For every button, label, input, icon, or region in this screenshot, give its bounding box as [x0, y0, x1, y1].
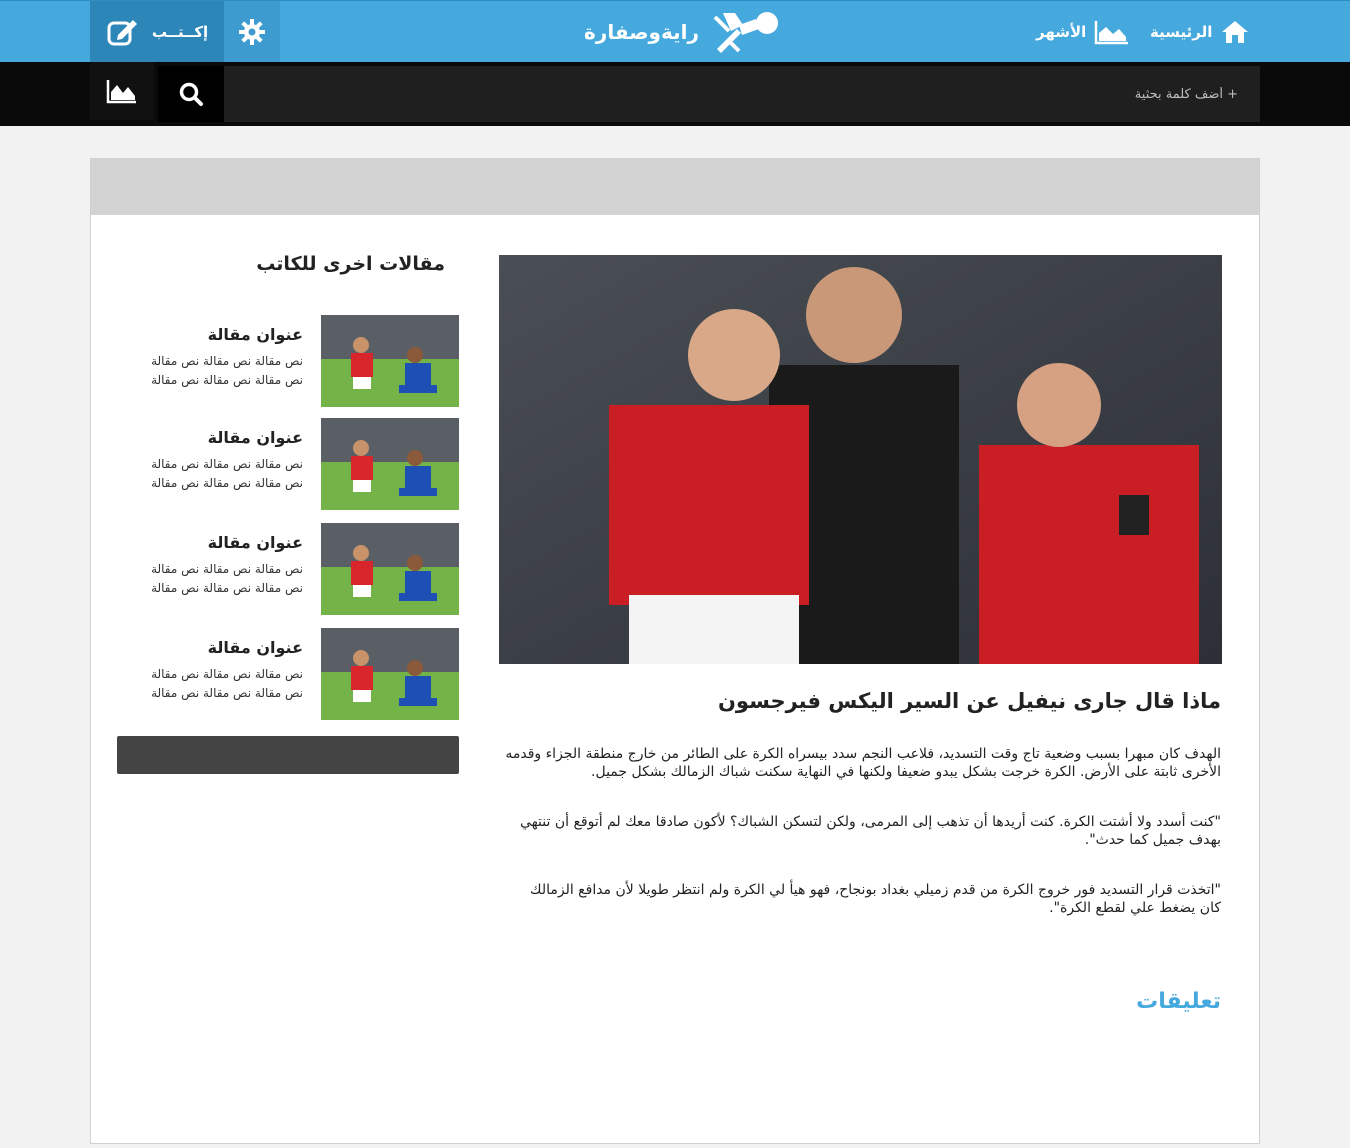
sidebar-article-item[interactable]: عنوان مقالة نص مقالة نص مقالة نص مقالة ن…	[117, 523, 459, 615]
write-button[interactable]: إكــتــب	[90, 1, 224, 62]
sidebar-article-excerpt-line: نص مقالة نص مقالة نص مقالة	[151, 667, 303, 681]
sidebar-article-title[interactable]: عنوان مقالة	[117, 325, 303, 344]
sidebar-article-item[interactable]: عنوان مقالة نص مقالة نص مقالة نص مقالة ن…	[117, 315, 459, 407]
sidebar-article-item[interactable]: عنوان مقالة نص مقالة نص مقالة نص مقالة ن…	[117, 418, 459, 510]
chart-icon	[1095, 20, 1129, 44]
search-input[interactable]	[224, 66, 1260, 122]
search-bar	[0, 62, 1350, 126]
sidebar-article-thumbnail[interactable]	[321, 523, 459, 615]
sidebar-article-thumbnail[interactable]	[321, 628, 459, 720]
article-paragraph: "اتخذت قرار التسديد فور خروج الكرة من قد…	[530, 882, 1221, 916]
load-more-button[interactable]	[117, 736, 459, 774]
nav-home-label: الرئيسية	[1150, 22, 1213, 41]
sidebar-article-excerpt-line: نص مقالة نص مقالة نص مقالة	[151, 476, 303, 490]
sidebar-article-item[interactable]: عنوان مقالة نص مقالة نص مقالة نص مقالة ن…	[117, 628, 459, 720]
edit-icon	[107, 19, 137, 45]
site-logo[interactable]: رايةوصفارة	[584, 7, 781, 57]
football-thumbnail-image	[321, 523, 459, 615]
football-players-photo	[499, 255, 1222, 664]
sidebar-title: مقالات اخرى للكاتب	[256, 253, 445, 275]
football-thumbnail-image	[321, 418, 459, 510]
sidebar-article-excerpt-line: نص مقالة نص مقالة نص مقالة	[151, 354, 303, 368]
sidebar-article-text: عنوان مقالة نص مقالة نص مقالة نص مقالة ن…	[117, 533, 303, 598]
sidebar-article-excerpt-line: نص مقالة نص مقالة نص مقالة	[151, 457, 303, 471]
settings-button[interactable]	[224, 1, 280, 62]
popular-chart-button[interactable]	[90, 62, 154, 120]
sidebar-article-title[interactable]: عنوان مقالة	[117, 533, 303, 552]
sidebar-article-text: عنوان مقالة نص مقالة نص مقالة نص مقالة ن…	[117, 638, 303, 703]
sidebar-article-excerpt-line: نص مقالة نص مقالة نص مقالة	[151, 581, 303, 595]
top-navbar: الرئيسية الأشهر رايةوصفارة إكــتــب	[0, 0, 1350, 62]
search-icon	[179, 82, 203, 106]
nav-popular-label: الأشهر	[1036, 22, 1087, 41]
article-hero-image	[499, 255, 1222, 664]
article-paragraph: الهدف كان مبهرا بسبب وضعية تاج وقت التسد…	[505, 746, 1221, 780]
logo-text: رايةوصفارة	[584, 20, 699, 44]
sidebar-article-excerpt-line: نص مقالة نص مقالة نص مقالة	[151, 373, 303, 387]
sidebar-article-excerpt-line: نص مقالة نص مقالة نص مقالة	[151, 562, 303, 576]
comments-heading: تعليقات	[1136, 989, 1221, 1014]
card-header-bar	[91, 159, 1259, 215]
flag-whistle-logo-icon	[713, 12, 778, 53]
sidebar-article-excerpt-line: نص مقالة نص مقالة نص مقالة	[151, 686, 303, 700]
search-button[interactable]	[158, 66, 224, 122]
write-label: إكــتــب	[151, 22, 209, 41]
sidebar-article-title[interactable]: عنوان مقالة	[117, 428, 303, 447]
article-title: ماذا قال جارى نيفيل عن السير اليكس فيرجس…	[717, 689, 1221, 713]
sidebar-article-thumbnail[interactable]	[321, 418, 459, 510]
nav-popular-link[interactable]: الأشهر	[1036, 1, 1130, 62]
article-body: الهدف كان مبهرا بسبب وضعية تاج وقت التسد…	[505, 745, 1221, 949]
home-icon	[1222, 20, 1249, 43]
sidebar-article-thumbnail[interactable]	[321, 315, 459, 407]
article-paragraph: "كنت أسدد ولا أشتت الكرة. كنت أريدها أن …	[519, 814, 1221, 848]
gear-icon	[239, 18, 265, 45]
football-thumbnail-image	[321, 315, 459, 407]
sidebar-article-title[interactable]: عنوان مقالة	[117, 638, 303, 657]
article-card: مقالات اخرى للكاتب عنوان مقالة نص مقالة …	[90, 158, 1260, 1144]
sidebar-article-text: عنوان مقالة نص مقالة نص مقالة نص مقالة ن…	[117, 325, 303, 390]
football-thumbnail-image	[321, 628, 459, 720]
sidebar-article-text: عنوان مقالة نص مقالة نص مقالة نص مقالة ن…	[117, 428, 303, 493]
chart-icon	[106, 80, 136, 104]
nav-home-link[interactable]: الرئيسية	[1150, 1, 1250, 62]
